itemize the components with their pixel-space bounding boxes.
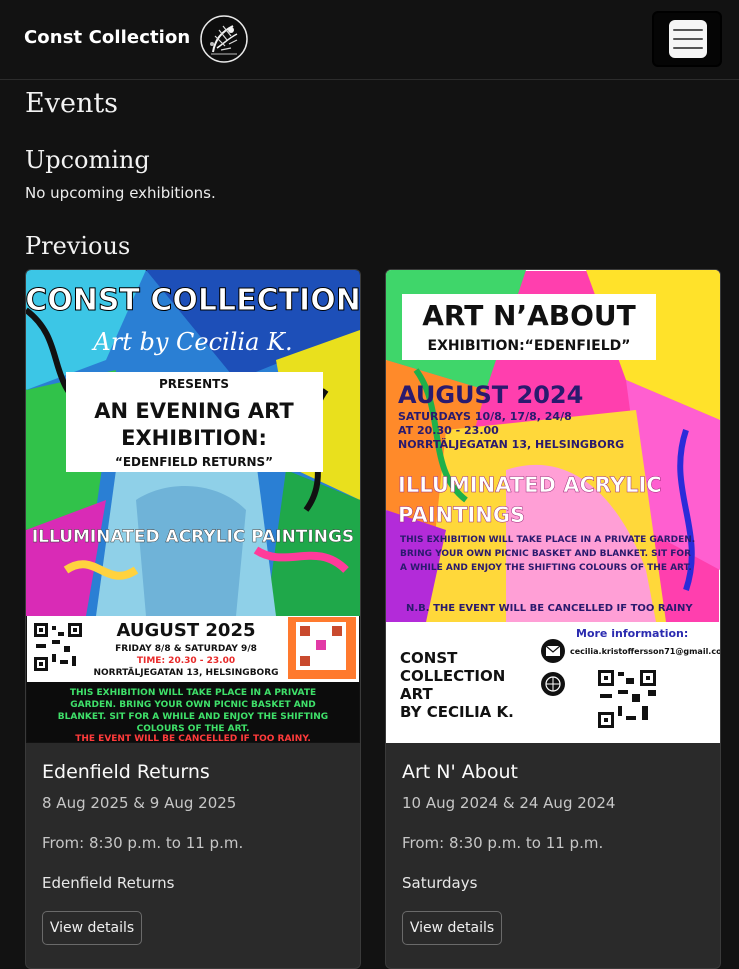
view-details-button[interactable]: View details (42, 911, 142, 945)
event-card[interactable]: ART N’ABOUT EXHIBITION:“EDENFIELD” AUGUS… (385, 269, 721, 969)
svg-text:THIS EXHIBITION WILL TAKE PLAC: THIS EXHIBITION WILL TAKE PLACE IN A PRI… (70, 688, 316, 698)
event-time: From: 8:30 p.m. to 11 p.m. (402, 834, 604, 852)
svg-text:BRING YOUR OWN PICNIC BASKET A: BRING YOUR OWN PICNIC BASKET AND BLANKET… (400, 549, 691, 559)
svg-text:cecilia.kristoffersson71@gmail: cecilia.kristoffersson71@gmail.com (570, 647, 720, 656)
svg-text:GARDEN. BRING YOUR OWN PICNIC: GARDEN. BRING YOUR OWN PICNIC BASKET AND (70, 700, 315, 710)
svg-text:EXHIBITION:: EXHIBITION: (121, 426, 267, 450)
svg-text:AUGUST 2024: AUGUST 2024 (398, 381, 583, 409)
svg-text:THE EVENT WILL BE CANCELLED IF: THE EVENT WILL BE CANCELLED IF TOO RAINY… (75, 734, 311, 743)
event-subtitle: Edenfield Returns (42, 874, 175, 892)
svg-text:TIME: 20.30 - 23.00: TIME: 20.30 - 23.00 (137, 656, 235, 666)
event-poster-image[interactable]: CONST COLLECTION Art by Cecilia K. PRESE… (26, 270, 360, 743)
svg-text:BLANKET. SIT FOR A WHILE AND E: BLANKET. SIT FOR A WHILE AND ENJOY THE S… (58, 712, 328, 722)
qr-code-icon (596, 668, 658, 730)
hamburger-menu-icon[interactable] (669, 20, 707, 58)
svg-text:AN EVENING ART: AN EVENING ART (94, 399, 294, 423)
svg-text:EXHIBITION:“EDENFIELD”: EXHIBITION:“EDENFIELD” (428, 338, 631, 354)
menu-toggle-button[interactable] (652, 11, 722, 67)
svg-text:More information:: More information: (576, 627, 688, 640)
navbar: Const Collection (0, 0, 739, 80)
email-icon (541, 639, 565, 663)
svg-text:AUGUST 2025: AUGUST 2025 (117, 620, 256, 641)
event-dates: 10 Aug 2024 & 24 Aug 2024 (402, 794, 616, 812)
svg-text:COLLECTION: COLLECTION (400, 667, 505, 685)
svg-text:NORRTÄLJEGATAN 13, HELSINGBORG: NORRTÄLJEGATAN 13, HELSINGBORG (93, 667, 278, 678)
event-subtitle: Saturdays (402, 874, 478, 892)
svg-text:ART N’ABOUT: ART N’ABOUT (422, 299, 636, 332)
event-card[interactable]: CONST COLLECTION Art by Cecilia K. PRESE… (25, 269, 361, 969)
event-poster-image[interactable]: ART N’ABOUT EXHIBITION:“EDENFIELD” AUGUS… (386, 270, 720, 743)
poster-brand: CONST COLLECTION (26, 283, 360, 318)
svg-text:ART: ART (400, 685, 433, 703)
svg-text:FRIDAY 8/8 & SATURDAY 9/8: FRIDAY 8/8 & SATURDAY 9/8 (115, 644, 257, 654)
svg-text:ILLUMINATED ACRYLIC PAINTINGS: ILLUMINATED ACRYLIC PAINTINGS (32, 527, 354, 547)
brand-name[interactable]: Const Collection (24, 27, 190, 48)
svg-text:A WHILE AND ENJOY THE SHIFTING: A WHILE AND ENJOY THE SHIFTING COLOURS O… (400, 563, 692, 573)
globe-icon (541, 672, 565, 696)
svg-text:CONST: CONST (400, 649, 458, 667)
svg-text:COLOURS OF THE ART.: COLOURS OF THE ART. (137, 724, 250, 734)
view-details-button[interactable]: View details (402, 911, 502, 945)
previous-heading: Previous (25, 232, 131, 260)
event-time: From: 8:30 p.m. to 11 p.m. (42, 834, 244, 852)
no-upcoming-text: No upcoming exhibitions. (25, 184, 216, 202)
svg-text:ILLUMINATED ACRYLIC: ILLUMINATED ACRYLIC (398, 473, 662, 497)
event-dates: 8 Aug 2025 & 9 Aug 2025 (42, 794, 237, 812)
svg-text:SATURDAYS 10/8, 17/8, 24/8: SATURDAYS 10/8, 17/8, 24/8 (398, 410, 572, 423)
svg-text:N.B. THE EVENT WILL BE CANCELL: N.B. THE EVENT WILL BE CANCELLED IF TOO … (406, 603, 693, 614)
svg-text:THIS EXHIBITION WILL TAKE PLAC: THIS EXHIBITION WILL TAKE PLACE IN A PRI… (400, 535, 695, 545)
svg-text:AT 20.30 - 23.00: AT 20.30 - 23.00 (398, 424, 499, 437)
cactus-logo-icon[interactable] (199, 14, 249, 64)
qr-code-icon (32, 621, 84, 673)
page-title: Events (25, 88, 119, 119)
event-title: Art N' About (402, 761, 518, 783)
svg-text:BY CECILIA K.: BY CECILIA K. (400, 703, 514, 721)
poster-script: Art by Cecilia K. (91, 328, 292, 356)
svg-text:PRESENTS: PRESENTS (159, 377, 229, 391)
upcoming-heading: Upcoming (25, 146, 150, 174)
svg-text:NORRTÄLJEGATAN 13, HELSINGBORG: NORRTÄLJEGATAN 13, HELSINGBORG (398, 437, 624, 451)
event-title: Edenfield Returns (42, 761, 210, 783)
svg-text:PAINTINGS: PAINTINGS (398, 503, 525, 527)
svg-text:“EDENFIELD RETURNS”: “EDENFIELD RETURNS” (115, 455, 273, 469)
